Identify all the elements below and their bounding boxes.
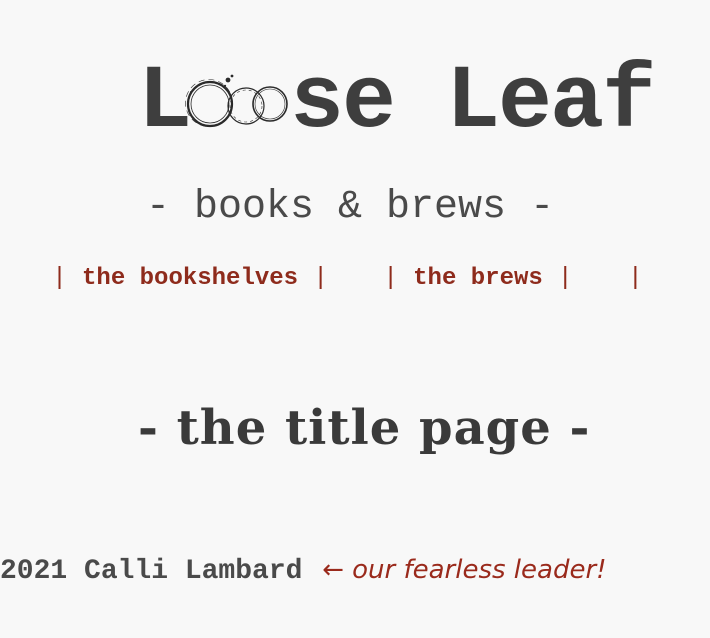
footer: 2021 Calli Lambard ← our fearless leader…: [0, 548, 607, 596]
site-logo: L se Leaf: [138, 52, 656, 154]
nav-separator: |: [627, 263, 643, 292]
nav-separator: |: [557, 263, 573, 292]
logo-text-start: L: [138, 52, 192, 154]
nav-link-bookshelves[interactable]: the bookshelves: [82, 265, 298, 292]
page-title: - the title page -: [138, 400, 591, 456]
footer-credit: 2021 Calli Lambard: [0, 556, 303, 587]
nav-link-brews[interactable]: the brews: [413, 265, 543, 292]
nav-separator: |: [52, 263, 68, 292]
logo-text-end: se Leaf: [290, 52, 656, 154]
nav-separator: |: [383, 263, 399, 292]
footer-note: ← our fearless leader!: [322, 555, 607, 585]
nav-separator: |: [313, 263, 329, 292]
tagline: - books & brews -: [146, 185, 555, 230]
main-nav: | the bookshelves | | the brews | |: [52, 258, 643, 299]
coffee-rings-icon: [185, 74, 288, 128]
